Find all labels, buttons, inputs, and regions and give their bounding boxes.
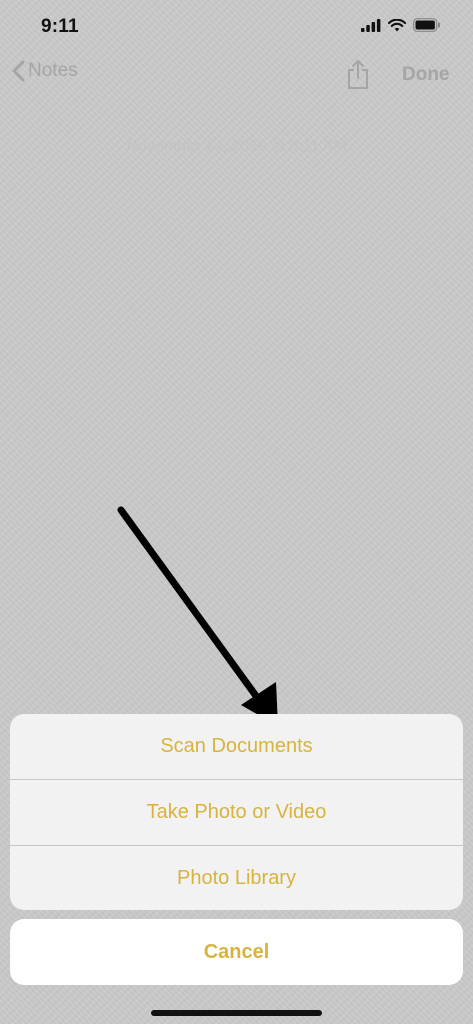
scan-documents-button[interactable]: Scan Documents	[10, 714, 463, 779]
take-photo-or-video-button[interactable]: Take Photo or Video	[10, 779, 463, 845]
photo-library-button[interactable]: Photo Library	[10, 845, 463, 910]
action-sheet: Scan Documents Take Photo or Video Photo…	[10, 714, 463, 910]
cancel-button[interactable]: Cancel	[10, 919, 463, 985]
home-indicator[interactable]	[151, 1010, 322, 1016]
